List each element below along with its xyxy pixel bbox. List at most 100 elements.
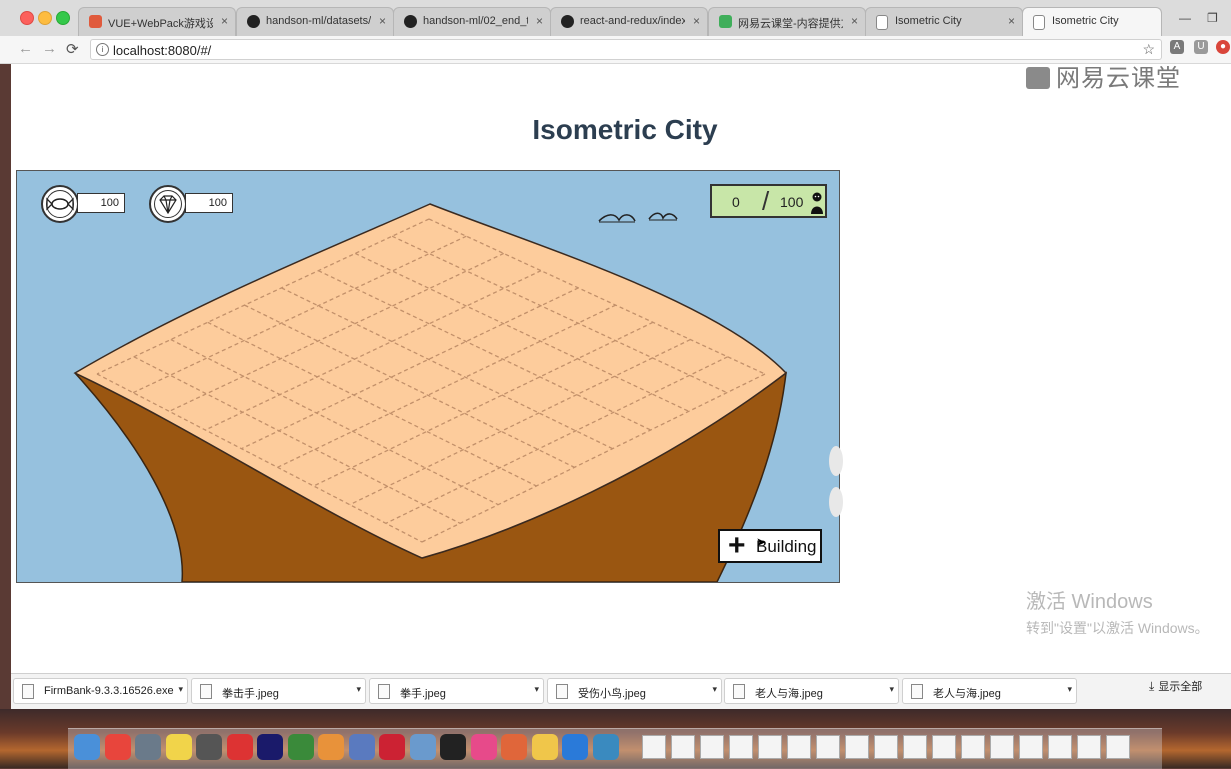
dock-app-icon[interactable] — [348, 734, 375, 760]
dock-document-thumbnail[interactable] — [671, 735, 695, 759]
dock-app-icon[interactable] — [165, 734, 192, 760]
dock-document-thumbnail[interactable] — [961, 735, 985, 759]
dock-app-icon[interactable] — [379, 734, 405, 760]
windows-activation-notice: 激活 Windows 转到"设置"以激活 Windows。 — [1026, 591, 1209, 636]
dock-app-icon[interactable] — [135, 734, 161, 760]
reload-icon[interactable]: ⟳ — [66, 40, 79, 58]
chevron-down-icon[interactable]: ▾ — [1067, 684, 1072, 695]
dock-app-icon[interactable] — [226, 734, 253, 760]
tab-isometric-city[interactable]: Isometric City × — [865, 7, 1023, 36]
candy-value: 100 — [77, 193, 125, 213]
tab-netease[interactable]: 网易云课堂-内容提供方 × — [708, 7, 866, 36]
download-icon: ⤓ — [1149, 679, 1155, 693]
download-item[interactable]: 受伤小鸟.jpeg ▾ — [547, 678, 722, 704]
dock-document-thumbnail[interactable] — [990, 735, 1014, 759]
show-all-downloads-button[interactable]: ⤓ 显示全部 — [1149, 678, 1202, 694]
netease-watermark: 网易云课堂 — [1026, 58, 1181, 93]
add-building-button[interactable]: + Building — [718, 529, 822, 563]
back-icon[interactable]: ← — [18, 40, 33, 57]
scroll-handle[interactable] — [829, 487, 843, 517]
zoom-window-button[interactable] — [56, 11, 70, 25]
github-favicon-icon — [561, 15, 574, 28]
minimize-window-button[interactable] — [38, 11, 52, 25]
image-file-icon — [733, 684, 745, 699]
tab-end-to-end[interactable]: handson-ml/02_end_to × — [393, 7, 551, 36]
dock-document-thumbnail[interactable] — [1106, 735, 1130, 759]
tab-close-icon[interactable]: × — [379, 14, 386, 28]
dock-document-thumbnail[interactable] — [932, 735, 956, 759]
extension-a-icon[interactable]: A — [1170, 40, 1184, 54]
dock-app-icon[interactable] — [104, 734, 131, 760]
chevron-down-icon[interactable]: ▾ — [178, 684, 183, 695]
scroll-handle[interactable] — [829, 446, 843, 476]
close-window-button[interactable] — [20, 11, 34, 25]
extension-u-icon[interactable]: U — [1194, 40, 1208, 54]
dock-document-thumbnail[interactable] — [758, 735, 782, 759]
download-item[interactable]: 拳击手.jpeg ▾ — [191, 678, 366, 704]
tab-datasets[interactable]: handson-ml/datasets/h × — [236, 7, 394, 36]
download-item[interactable]: 老人与海.jpeg ▾ — [902, 678, 1077, 704]
dock-document-thumbnail[interactable] — [903, 735, 927, 759]
minimize-icon[interactable]: — — [1179, 11, 1191, 25]
extension-record-icon[interactable]: ● — [1216, 40, 1230, 54]
page-content: 网易云课堂 Isometric City 100 100 0 / 100 + B… — [11, 64, 1231, 673]
dock-app-icon[interactable] — [592, 734, 619, 760]
github-favicon-icon — [404, 15, 417, 28]
image-file-icon — [378, 684, 390, 699]
dock-app-icon[interactable] — [318, 734, 344, 760]
image-file-icon — [556, 684, 568, 699]
dock-app-icon[interactable] — [501, 734, 527, 760]
tab-isometric-city-active[interactable]: Isometric City — [1022, 7, 1162, 37]
chevron-down-icon[interactable]: ▾ — [356, 684, 361, 695]
plus-icon: + — [728, 529, 746, 562]
dock-document-thumbnail[interactable] — [729, 735, 753, 759]
dock-document-thumbnail[interactable] — [1077, 735, 1101, 759]
chevron-down-icon[interactable]: ▾ — [712, 684, 717, 695]
tab-close-icon[interactable]: × — [1008, 14, 1015, 28]
dock-document-thumbnail[interactable] — [816, 735, 840, 759]
diamond-value: 100 — [185, 193, 233, 213]
address-url[interactable]: localhost:8080/#/ — [113, 43, 211, 58]
address-bar[interactable]: i localhost:8080/#/ ☆ — [90, 39, 1162, 60]
dock-document-thumbnail[interactable] — [874, 735, 898, 759]
mouse-cursor-icon: ➤ — [756, 535, 767, 549]
dock-document-thumbnail[interactable] — [845, 735, 869, 759]
file-icon — [22, 684, 34, 699]
page-title: Isometric City — [532, 114, 718, 145]
dock-document-thumbnail[interactable] — [642, 735, 666, 759]
dock-app-icon[interactable] — [470, 734, 497, 760]
dock-app-icon[interactable] — [287, 734, 314, 760]
tab-close-icon[interactable]: × — [851, 14, 858, 28]
download-bar: FirmBank-9.3.3.16526.exe ▾ 拳击手.jpeg ▾ 拳手… — [11, 673, 1231, 710]
dock-app-icon[interactable] — [257, 734, 283, 760]
chevron-down-icon[interactable]: ▾ — [534, 684, 539, 695]
site-info-icon[interactable]: i — [96, 43, 109, 56]
candy-icon — [41, 185, 79, 223]
dock-document-thumbnail[interactable] — [700, 735, 724, 759]
download-item[interactable]: 拳手.jpeg ▾ — [369, 678, 544, 704]
island-map[interactable] — [17, 171, 839, 582]
chevron-down-icon[interactable]: ▾ — [889, 684, 894, 695]
diamond-icon — [149, 185, 187, 223]
dock-document-thumbnail[interactable] — [787, 735, 811, 759]
dock-app-icon[interactable] — [531, 734, 558, 760]
tab-close-icon[interactable]: × — [536, 14, 543, 28]
restore-icon[interactable]: ❐ — [1207, 11, 1218, 25]
tab-close-icon[interactable]: × — [693, 14, 700, 28]
tab-react-redux[interactable]: react-and-redux/index. × — [550, 7, 708, 36]
dock-app-icon[interactable] — [440, 734, 466, 760]
dock-app-icon[interactable] — [196, 734, 222, 760]
download-item[interactable]: 老人与海.jpeg ▾ — [724, 678, 899, 704]
dock-app-icon[interactable] — [74, 734, 100, 760]
download-item[interactable]: FirmBank-9.3.3.16526.exe ▾ — [13, 678, 188, 704]
game-canvas[interactable]: 100 100 0 / 100 + Building ➤ — [16, 170, 840, 583]
dock-app-icon[interactable] — [409, 734, 436, 760]
dock-document-thumbnail[interactable] — [1019, 735, 1043, 759]
bookmark-star-icon[interactable]: ☆ — [1142, 41, 1155, 58]
dock-document-thumbnail[interactable] — [1048, 735, 1072, 759]
dock-app-icon[interactable] — [562, 734, 588, 760]
forward-icon[interactable]: → — [42, 40, 57, 57]
tab-vue-webpack[interactable]: VUE+WebPack游戏设计 × — [78, 7, 236, 36]
tab-close-icon[interactable]: × — [221, 14, 228, 28]
population-divider: / — [762, 186, 770, 216]
